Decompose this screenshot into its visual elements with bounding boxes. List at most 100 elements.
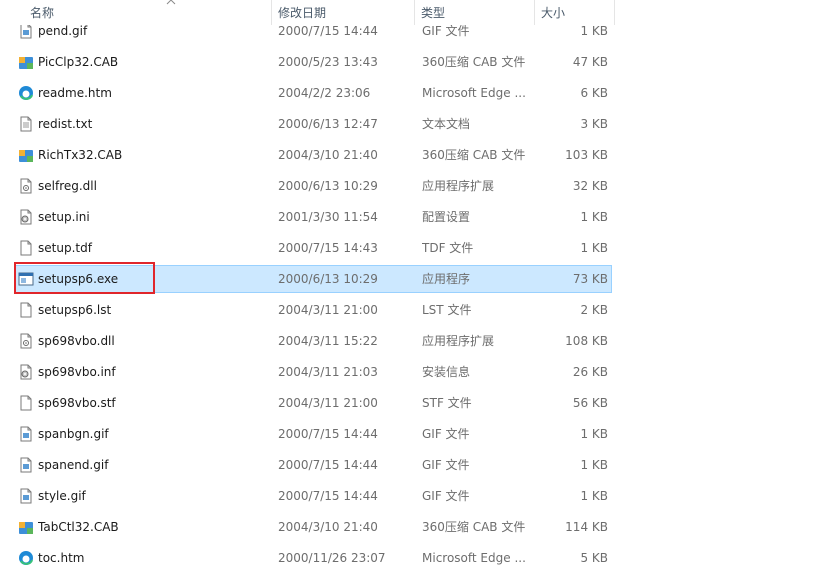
sort-ascending-icon (166, 0, 176, 5)
file-row[interactable]: RichTx32.CAB 2004/3/10 21:40 360压缩 CAB 文件 1… (14, 141, 612, 169)
file-size: 1 KB (580, 458, 608, 472)
file-type: GIF 文件 (422, 458, 470, 472)
file-size: 32 KB (572, 179, 608, 193)
file-name: spanbgn.gif (38, 427, 109, 441)
file-name: RichTx32.CAB (38, 148, 123, 162)
column-header-name-label: 名称 (30, 6, 55, 20)
cab-archive-icon (18, 54, 34, 70)
cab-archive-icon (18, 519, 34, 535)
file-size: 1 KB (580, 210, 608, 224)
file-date: 2000/7/15 14:44 (278, 489, 378, 503)
column-header-type[interactable]: 类型 (415, 0, 535, 25)
edge-icon (18, 85, 34, 101)
file-row[interactable]: sp698vbo.stf 2004/3/11 21:00 STF 文件 56 KB (14, 389, 612, 417)
file-row[interactable]: PicClp32.CAB 2000/5/23 13:43 360压缩 CAB 文件 4… (14, 48, 612, 76)
file-type: Microsoft Edge ... (422, 86, 526, 100)
image-file-icon (18, 23, 34, 39)
image-file-icon (18, 426, 34, 442)
file-name: sp698vbo.stf (38, 396, 116, 410)
file-size: 3 KB (580, 117, 608, 131)
file-type: GIF 文件 (422, 489, 470, 503)
file-row[interactable]: sp698vbo.dll 2004/3/11 15:22 应用程序扩展 108 KB (14, 327, 612, 355)
file-date: 2000/6/13 10:29 (278, 272, 378, 286)
file-type: STF 文件 (422, 396, 472, 410)
file-name: readme.htm (38, 86, 112, 100)
file-size: 56 KB (572, 396, 608, 410)
file-row[interactable]: setupsp6.lst 2004/3/11 21:00 LST 文件 2 KB (14, 296, 612, 324)
cab-archive-icon (18, 147, 34, 163)
file-name: TabCtl32.CAB (38, 520, 119, 534)
file-row[interactable]: style.gif 2000/7/15 14:44 GIF 文件 1 KB (14, 482, 612, 510)
file-type: LST 文件 (422, 303, 472, 317)
file-type: TDF 文件 (422, 241, 474, 255)
column-header-date-label: 修改日期 (278, 6, 327, 20)
image-file-icon (18, 457, 34, 473)
column-header-size-label: 大小 (541, 6, 566, 20)
file-date: 2000/7/15 14:44 (278, 427, 378, 441)
column-header-bar: 名称 修改日期 类型 大小 (0, 0, 839, 25)
file-size: 6 KB (580, 86, 608, 100)
file-date: 2004/3/11 21:00 (278, 396, 378, 410)
file-row[interactable]: setup.ini 2001/3/30 11:54 配置设置 1 KB (14, 203, 612, 231)
dll-file-icon (18, 333, 34, 349)
file-date: 2004/3/11 21:03 (278, 365, 378, 379)
column-header-type-label: 类型 (421, 6, 446, 20)
column-header-name[interactable]: 名称 (24, 0, 272, 25)
file-date: 2000/7/15 14:43 (278, 241, 378, 255)
file-name: sp698vbo.dll (38, 334, 115, 348)
file-row[interactable]: sp698vbo.inf 2004/3/11 21:03 安装信息 26 KB (14, 358, 612, 386)
file-size: 1 KB (580, 427, 608, 441)
blank-file-icon (18, 395, 34, 411)
file-date: 2000/6/13 10:29 (278, 179, 378, 193)
file-size: 103 KB (565, 148, 608, 162)
file-row[interactable]: spanbgn.gif 2000/7/15 14:44 GIF 文件 1 KB (14, 420, 612, 448)
file-name: PicClp32.CAB (38, 55, 119, 69)
file-size: 5 KB (580, 551, 608, 565)
file-row[interactable]: spanend.gif 2000/7/15 14:44 GIF 文件 1 KB (14, 451, 612, 479)
file-type: 360压缩 CAB 文件 (422, 148, 526, 162)
file-row[interactable]: TabCtl32.CAB 2004/3/10 21:40 360压缩 CAB 文件 1… (14, 513, 612, 541)
file-name: selfreg.dll (38, 179, 97, 193)
column-header-date[interactable]: 修改日期 (272, 0, 415, 25)
file-date: 2004/3/10 21:40 (278, 520, 378, 534)
file-size: 73 KB (572, 272, 608, 286)
file-name: setupsp6.exe (38, 272, 119, 286)
column-header-size[interactable]: 大小 (535, 0, 615, 25)
file-date: 2000/5/23 13:43 (278, 55, 378, 69)
file-row[interactable]: setup.tdf 2000/7/15 14:43 TDF 文件 1 KB (14, 234, 612, 262)
file-date: 2004/2/2 23:06 (278, 86, 371, 100)
file-name: setup.tdf (38, 241, 92, 255)
file-row[interactable]: toc.htm 2000/11/26 23:07 Microsoft Edge ..… (14, 544, 612, 572)
exe-file-icon (18, 271, 34, 287)
file-row[interactable]: setupsp6.exe 2000/6/13 10:29 应用程序 73 KB (14, 265, 612, 293)
file-size: 26 KB (572, 365, 608, 379)
file-type: 应用程序 (422, 272, 471, 286)
config-file-icon (18, 364, 34, 380)
text-file-icon (18, 116, 34, 132)
file-date: 2004/3/11 21:00 (278, 303, 378, 317)
file-type: 文本文档 (422, 117, 471, 131)
file-row[interactable]: redist.txt 2000/6/13 12:47 文本文档 3 KB (14, 110, 612, 138)
dll-file-icon (18, 178, 34, 194)
file-row[interactable]: selfreg.dll 2000/6/13 10:29 应用程序扩展 32 KB (14, 172, 612, 200)
file-type: 配置设置 (422, 210, 471, 224)
file-size: 47 KB (572, 55, 608, 69)
file-date: 2004/3/10 21:40 (278, 148, 378, 162)
file-name: setup.ini (38, 210, 90, 224)
file-row[interactable]: readme.htm 2004/2/2 23:06 Microsoft Edge .… (14, 79, 612, 107)
file-type: Microsoft Edge ... (422, 551, 526, 565)
edge-icon (18, 550, 34, 566)
file-date: 2000/6/13 12:47 (278, 117, 378, 131)
file-type: GIF 文件 (422, 427, 470, 441)
file-type: 安装信息 (422, 365, 471, 379)
file-size: 1 KB (580, 241, 608, 255)
file-name: spanend.gif (38, 458, 109, 472)
blank-file-icon (18, 240, 34, 256)
file-type: 360压缩 CAB 文件 (422, 55, 526, 69)
file-size: 108 KB (565, 334, 608, 348)
file-date: 2000/11/26 23:07 (278, 551, 386, 565)
blank-file-icon (18, 302, 34, 318)
file-size: 1 KB (580, 489, 608, 503)
file-name: sp698vbo.inf (38, 365, 116, 379)
file-date: 2001/3/30 11:54 (278, 210, 378, 224)
